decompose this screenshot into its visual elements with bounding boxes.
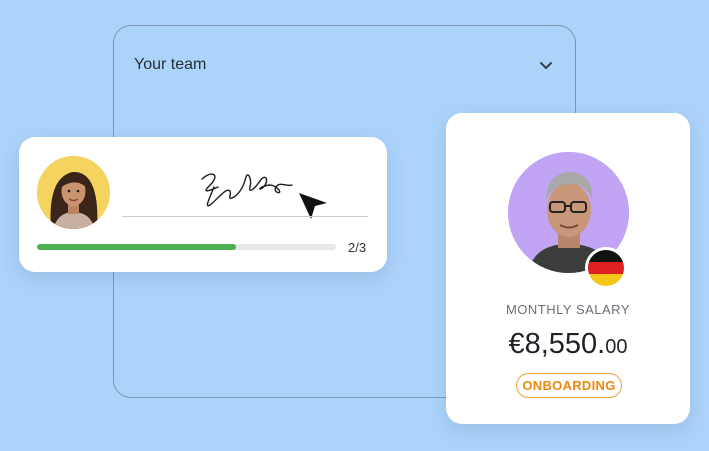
salary-label: MONTHLY SALARY bbox=[505, 302, 631, 317]
woman-avatar bbox=[37, 156, 110, 229]
signature-field[interactable] bbox=[122, 157, 368, 219]
team-header[interactable]: Your team bbox=[134, 56, 555, 74]
progress-bar bbox=[37, 244, 336, 250]
progress-label: 2/3 bbox=[348, 240, 367, 255]
signature-line bbox=[122, 216, 368, 217]
signature-card: 2/3 bbox=[19, 137, 387, 272]
chevron-down-icon[interactable] bbox=[537, 56, 555, 74]
germany-flag-icon bbox=[585, 247, 627, 289]
salary-amount-cents: 00 bbox=[605, 336, 628, 358]
salary-amount-main: €8,550. bbox=[508, 328, 606, 360]
salary-amount: €8,550.00 bbox=[446, 328, 690, 361]
handwritten-signature bbox=[201, 173, 293, 207]
team-title: Your team bbox=[134, 56, 207, 73]
progress-fill bbox=[37, 244, 237, 250]
status-badge: ONBOARDING bbox=[516, 373, 622, 398]
salary-card: MONTHLY SALARY €8,550.00 ONBOARDING bbox=[446, 113, 690, 424]
